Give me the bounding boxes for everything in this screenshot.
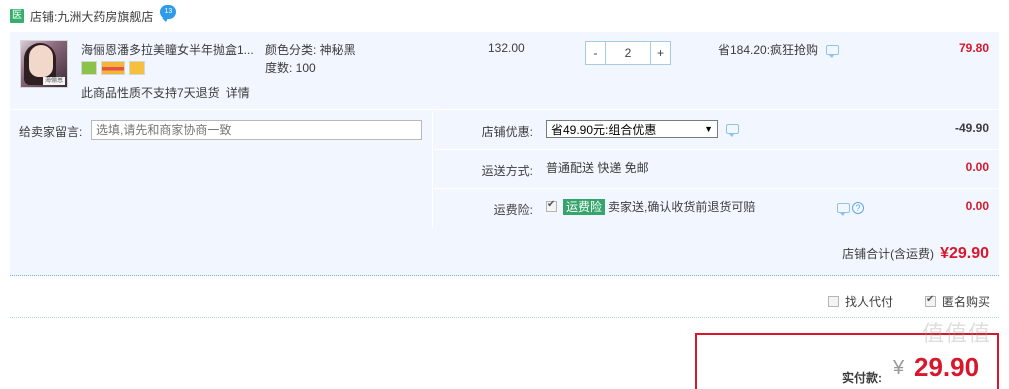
item-row: 海俪恩 海俪恩潘多拉美瞳女半年抛盒1... 此商品性质不支持7天退货 详情 颜色分…	[10, 32, 999, 110]
anonymous-label: 匿名购买	[942, 295, 991, 309]
pharmacy-shop-icon: 医	[10, 9, 24, 23]
shop-discount-row: 店铺优惠: 省49.90元:组合优惠 ▼ -49.90	[434, 111, 999, 150]
item-subtotal: 79.80	[958, 41, 989, 55]
shipping-amount: 0.00	[965, 160, 989, 174]
quantity-input[interactable]: 2	[606, 41, 650, 65]
shop-label: 店铺:	[30, 9, 58, 24]
degree-property: 度数: 100	[265, 61, 316, 75]
shop-discount-amount: -49.90	[954, 121, 989, 135]
product-thumbnail[interactable]: 海俪恩	[20, 40, 68, 88]
insurance-message-icon[interactable]	[837, 203, 850, 216]
insurance-checkbox[interactable]	[546, 199, 557, 212]
shop-total: 店铺合计(含运费) ¥29.90	[842, 245, 989, 263]
payment-amount: 29.90	[914, 352, 980, 382]
help-icon[interactable]: ?	[852, 202, 864, 214]
seller-message-section: 给卖家留言:	[10, 111, 433, 228]
anonymous-option[interactable]: 匿名购买	[925, 293, 990, 310]
service-badge-icon[interactable]	[129, 61, 145, 75]
checkout-options: 找人代付 匿名购买	[10, 285, 999, 318]
shop-discount-select[interactable]: 省49.90元:组合优惠 ▼	[546, 120, 718, 138]
product-title-link[interactable]: 海俪恩潘多拉美瞳女半年抛盒1...	[81, 41, 256, 58]
proxy-pay-label: 找人代付	[845, 295, 894, 309]
proxy-pay-checkbox[interactable]	[828, 296, 839, 307]
payment-currency: ¥	[893, 357, 905, 379]
shop-discount-control: 省49.90元:组合优惠 ▼	[546, 120, 739, 138]
dropdown-arrow-icon: ▼	[704, 124, 713, 134]
shipping-insurance-row: 运费险: 运费险 卖家送,确认收货前退货可赔 ? 0.00	[434, 189, 999, 228]
insurance-content: 运费险 卖家送,确认收货前退货可赔	[546, 198, 755, 215]
insurance-label: 运费险:	[493, 203, 533, 217]
shipping-label: 运送方式:	[481, 164, 533, 178]
thumbnail-face-shape	[29, 45, 53, 77]
quantity-decrease-button[interactable]: -	[585, 41, 606, 65]
insurance-icons: ?	[829, 202, 864, 216]
order-panel: 海俪恩 海俪恩潘多拉美瞳女半年抛盒1... 此商品性质不支持7天退货 详情 颜色分…	[10, 32, 999, 276]
insurance-amount: 0.00	[965, 199, 989, 213]
service-icons	[81, 61, 145, 75]
payment-label: 实付款:	[842, 371, 882, 385]
anonymous-checkbox[interactable]	[925, 294, 936, 307]
shop-header: 医 店铺: 九洲大药房旗舰店 13	[10, 5, 177, 26]
shop-total-value: ¥29.90	[940, 245, 989, 262]
guarantee-icon[interactable]	[81, 61, 97, 75]
credit-card-icon[interactable]	[101, 61, 125, 75]
chat-seller-icon[interactable]: 13	[160, 5, 177, 22]
return-policy-text: 此商品性质不支持7天退货	[81, 86, 220, 100]
color-property: 颜色分类: 神秘黑	[265, 43, 356, 57]
return-policy-note: 此商品性质不支持7天退货 详情	[81, 84, 250, 101]
shipping-row: 运送方式: 普通配送 快递 免邮 0.00	[434, 150, 999, 189]
unit-price: 132.00	[488, 41, 525, 55]
shipping-method: 普通配送 快递 免邮	[546, 159, 649, 176]
return-detail-link[interactable]: 详情	[226, 86, 250, 100]
proxy-pay-option[interactable]: 找人代付	[828, 293, 893, 310]
watermark-logo: 值值值	[922, 322, 992, 347]
shipping-method-text: 普通配送 快递 免邮	[546, 161, 649, 175]
insurance-tag: 运费险	[563, 198, 606, 215]
promotion-message-icon[interactable]	[826, 44, 840, 58]
shop-discount-label: 店铺优惠:	[481, 125, 533, 139]
promotion-text: 省184.20:疯狂抢购	[718, 43, 819, 57]
insurance-description: 卖家送,确认收货前退货可赔	[608, 200, 756, 214]
shop-discount-selected: 省49.90元:组合优惠	[551, 122, 657, 137]
product-properties: 颜色分类: 神秘黑 度数: 100	[265, 41, 356, 77]
quantity-increase-button[interactable]: +	[650, 41, 671, 65]
promotion-info: 省184.20:疯狂抢购	[718, 41, 840, 58]
quantity-stepper: - 2 +	[585, 41, 671, 65]
thumbnail-brand-label: 海俪恩	[43, 77, 65, 85]
shop-total-label: 店铺合计(含运费)	[842, 247, 935, 261]
shop-name-link[interactable]: 九洲大药房旗舰店	[57, 8, 153, 25]
discount-message-icon[interactable]	[726, 124, 739, 137]
seller-message-input[interactable]	[91, 120, 422, 140]
seller-message-label: 给卖家留言:	[19, 125, 83, 139]
